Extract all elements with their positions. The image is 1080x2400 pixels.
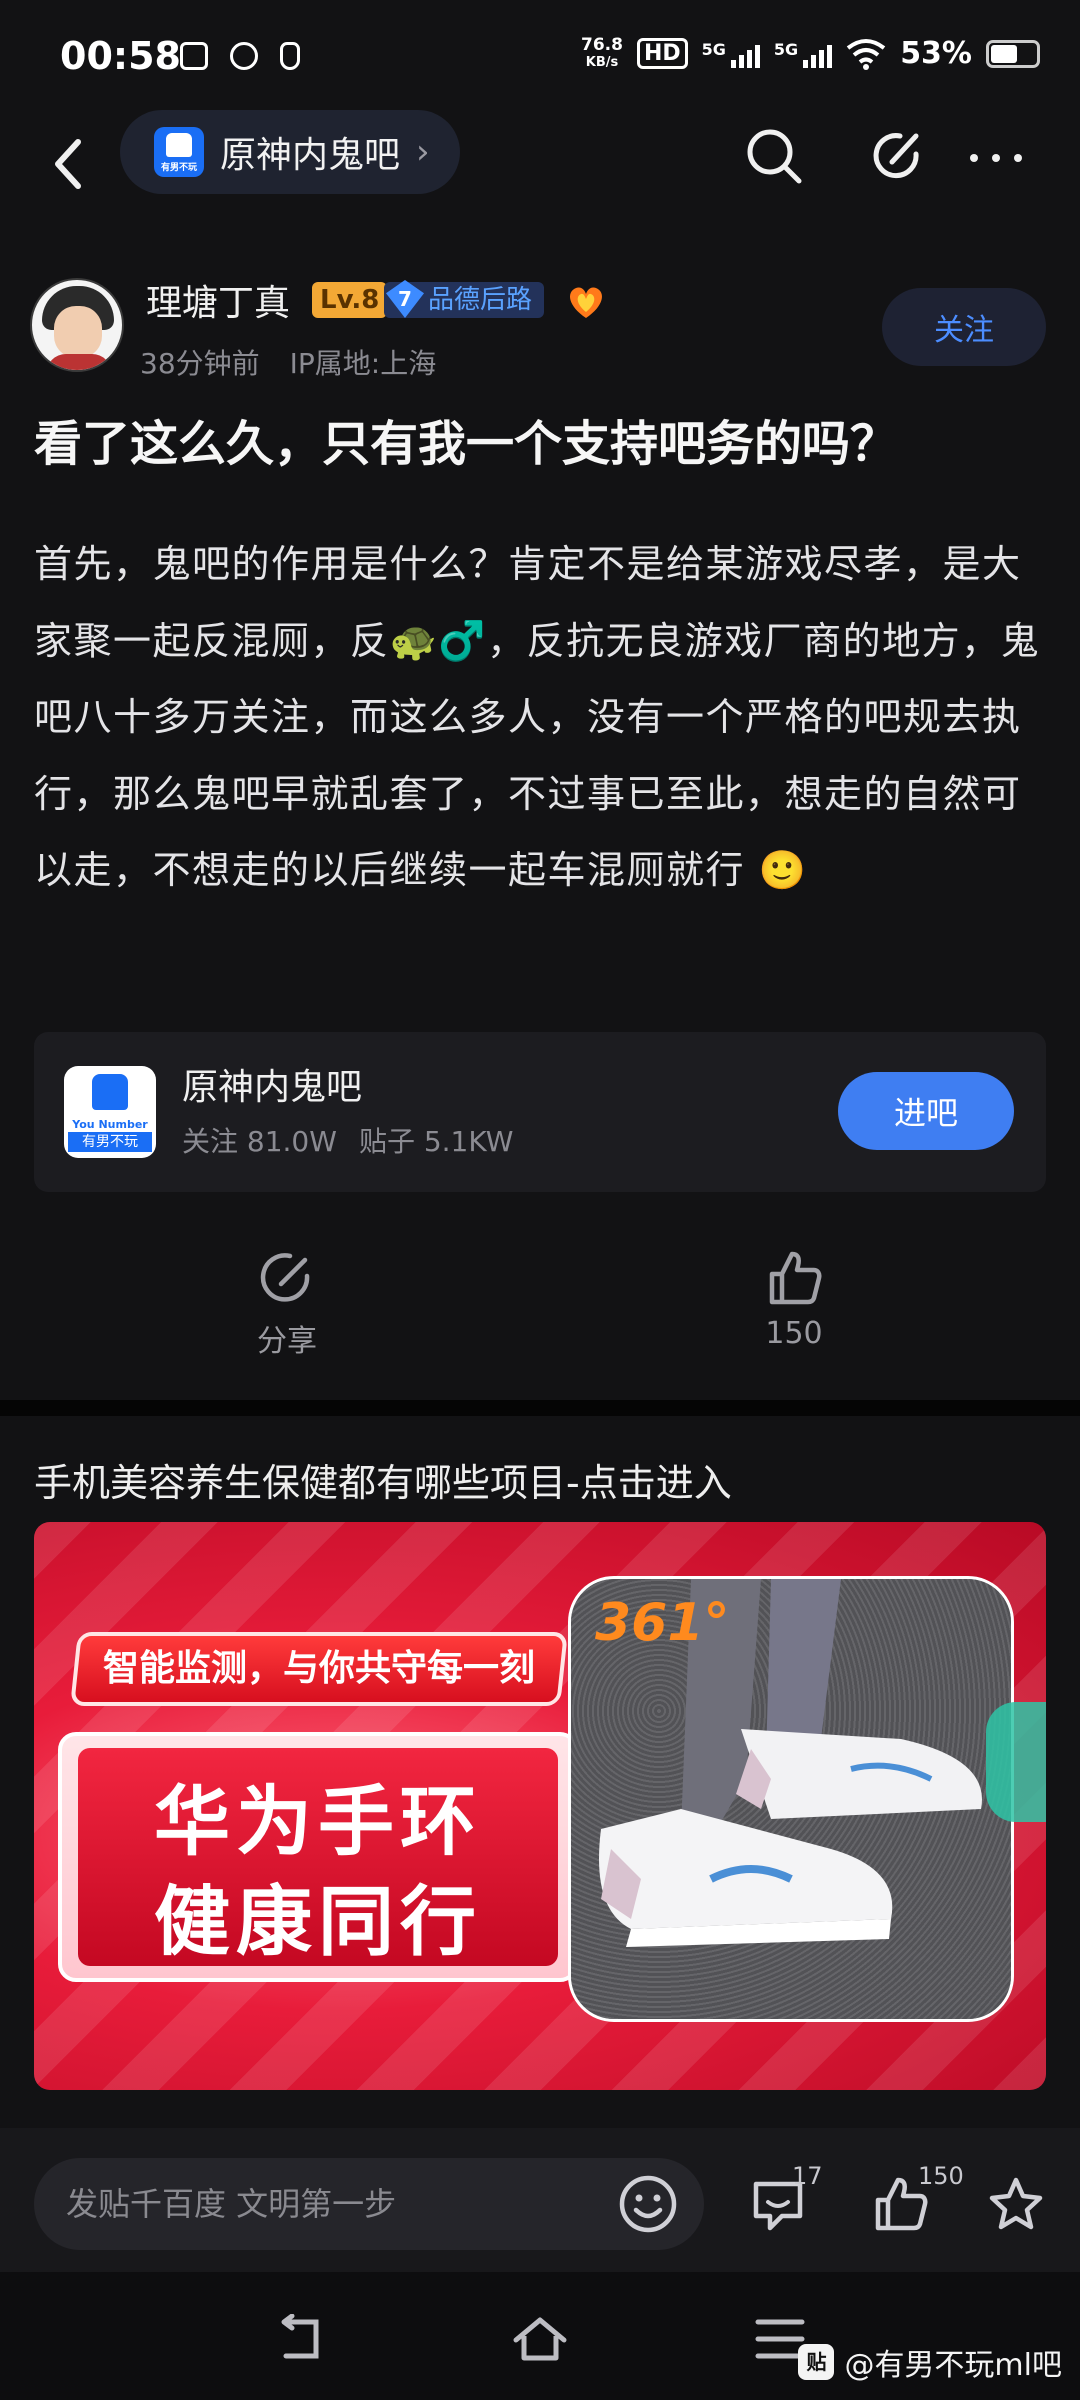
net-speed: 76.8 KB/s xyxy=(581,34,623,70)
ad-banner[interactable]: 智能监测，与你共守每一刻 华为手环 健康同行 361° xyxy=(34,1522,1046,2090)
post-title: 看了这么久，只有我一个支持吧务的吗？ xyxy=(34,416,899,472)
more-icon[interactable] xyxy=(964,124,1028,188)
battery-icon xyxy=(986,39,1040,68)
diamond-icon: 7 xyxy=(386,280,424,318)
ad-headline-box: 华为手环 健康同行 xyxy=(58,1732,578,1982)
enter-forum-button[interactable]: 进吧 xyxy=(838,1072,1014,1150)
share-icon xyxy=(260,1253,310,1302)
bottom-like-count: 150 xyxy=(918,2162,964,2190)
post-meta: 38分钟前 IP属地:上海 xyxy=(140,342,436,382)
forum-logo-icon: 有男不玩 xyxy=(154,127,204,177)
signal-icon-2: 5G xyxy=(774,40,833,68)
comment-input[interactable]: 发贴千百度 文明第一步 xyxy=(34,2158,704,2250)
system-nav-bar: 贴 @有男不玩ml吧 xyxy=(0,2272,1080,2400)
ad-brand-logo: 361° xyxy=(595,1593,730,1653)
forum-posts: 贴子 5.1KW xyxy=(358,1125,514,1158)
forum-logo-icon: You Number One 有男不玩 xyxy=(64,1066,156,1158)
wifi-icon xyxy=(846,38,886,70)
hand-icon xyxy=(280,42,300,70)
comment-bar: 发贴千百度 文明第一步 17 150 xyxy=(0,2128,1080,2272)
forum-pill-name: 原神内鬼吧 xyxy=(220,135,401,176)
thumbs-up-icon xyxy=(769,1251,822,1305)
post-body: 首先，鬼吧的作用是什么？肯定不是给某游戏尽孝，是大家聚一起反混厕，反🐢♂️，反抗… xyxy=(34,542,1041,892)
share-label: 分享 xyxy=(257,1324,317,1359)
forum-pill[interactable]: 有男不玩 原神内鬼吧 › xyxy=(120,110,460,194)
author-name[interactable]: 理塘丁真 xyxy=(146,274,290,326)
tv-icon xyxy=(180,42,208,70)
hd-icon: HD xyxy=(636,38,688,69)
like-action[interactable]: 150 xyxy=(694,1248,894,1351)
signal-icon-1: 5G xyxy=(702,40,760,68)
status-right: 76.8 KB/s HD 5G 5G 53% xyxy=(581,36,1040,71)
ad-corner-badge-icon xyxy=(986,1702,1046,1822)
ad-product-photo: 361° xyxy=(568,1576,1014,2022)
level-badge: Lv.8 xyxy=(312,282,388,318)
battery-percent: 53% xyxy=(900,36,972,71)
tieba-logo-icon: 贴 xyxy=(798,2344,835,2380)
post-time: 38分钟前 xyxy=(140,347,260,380)
star-icon[interactable] xyxy=(986,2174,1046,2234)
status-notification-icons xyxy=(180,42,300,70)
top-nav-bar: 有男不玩 原神内鬼吧 › xyxy=(0,110,1080,220)
forum-followers: 关注 81.0W xyxy=(182,1125,337,1158)
status-time: 00:58 xyxy=(60,34,181,78)
ip-location: IP属地:上海 xyxy=(289,347,437,380)
forum-card-stats: 关注 81.0W 贴子 5.1KW xyxy=(182,1120,513,1160)
emoji-icon[interactable] xyxy=(616,2172,680,2236)
forum-card[interactable]: You Number One 有男不玩 原神内鬼吧 关注 81.0W 贴子 5.1… xyxy=(34,1032,1046,1192)
system-home-icon[interactable] xyxy=(512,2314,568,2364)
follow-button[interactable]: 关注 xyxy=(882,288,1046,366)
status-bar: 00:58 76.8 KB/s HD 5G 5G 53% xyxy=(0,0,1080,120)
medal-badge[interactable]: 7 品德后路 xyxy=(384,280,545,318)
ad-headline-2: 健康同行 xyxy=(154,1877,482,1966)
avatar[interactable] xyxy=(30,278,124,372)
ad-title[interactable]: 手机美容养生保健都有哪些项目-点击进入 xyxy=(34,1452,732,1507)
comment-count: 17 xyxy=(792,2162,823,2190)
watermark: 贴 @有男不玩ml吧 xyxy=(798,2340,1062,2384)
compose-icon[interactable] xyxy=(866,124,930,188)
ad-slogan: 智能监测，与你共守每一刻 xyxy=(70,1632,568,1706)
back-icon[interactable] xyxy=(40,132,100,196)
globe-icon xyxy=(230,42,258,70)
section-divider xyxy=(0,1400,1080,1416)
share-action[interactable]: 分享 xyxy=(187,1248,387,1360)
like-count: 150 xyxy=(765,1316,823,1351)
chevron-right-icon: › xyxy=(416,132,430,172)
system-back-icon[interactable] xyxy=(272,2314,328,2364)
search-icon[interactable] xyxy=(742,124,806,188)
ad-headline-1: 华为手环 xyxy=(154,1777,482,1866)
heart-flame-icon xyxy=(570,287,602,318)
forum-card-name: 原神内鬼吧 xyxy=(182,1067,363,1108)
